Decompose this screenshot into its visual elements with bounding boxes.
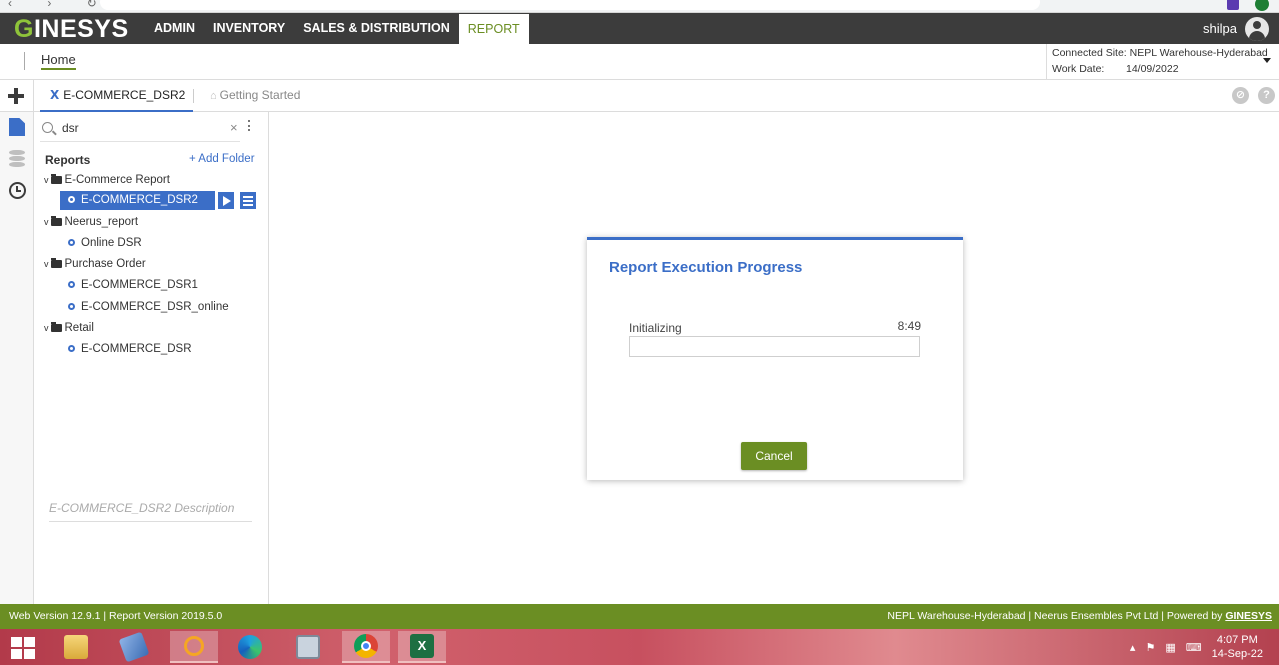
avatar-icon[interactable] — [1245, 16, 1269, 41]
search-icon — [42, 122, 53, 133]
browser-toolbar: ‹ › ↻ — [0, 0, 1279, 13]
edge-icon[interactable] — [226, 631, 274, 663]
report-icon — [68, 196, 75, 203]
file-explorer-icon[interactable] — [52, 631, 100, 663]
run-report-button[interactable] — [217, 191, 235, 210]
home-icon: ⌂ — [210, 90, 217, 102]
tab-e-commerce-dsr2[interactable]: ⅩE-COMMERCE_DSR2 × — [40, 80, 193, 132]
user-menu[interactable]: shilpa — [1203, 13, 1269, 44]
work-date-label: Work Date: — [1052, 63, 1105, 75]
divider — [33, 80, 34, 112]
progress-bar — [629, 336, 920, 357]
user-name: shilpa — [1203, 20, 1237, 36]
report-icon — [68, 303, 75, 310]
folder-icon — [50, 322, 62, 332]
breadcrumb-bar: Home Connected Site: NEPL Warehouse-Hyde… — [0, 44, 1279, 80]
keyboard-icon[interactable]: ⌨ — [1186, 641, 1202, 654]
tree-item[interactable]: Online DSR — [68, 237, 142, 249]
ginesys-logo[interactable]: GINESYS — [14, 16, 129, 42]
work-date-value: 14/09/2022 — [1126, 63, 1179, 75]
tabs-bar: ⅩE-COMMERCE_DSR2 × ⌂Getting Started ⊘ ? — [0, 80, 1279, 132]
company-info: NEPL Warehouse-Hyderabad | Neerus Ensemb… — [887, 610, 1272, 622]
chevron-down-icon[interactable]: v — [44, 323, 49, 333]
browser-extensions[interactable] — [1227, 0, 1269, 11]
browser-nav-icons[interactable]: ‹ › ↻ — [8, 0, 113, 10]
search-box: × — [40, 116, 240, 142]
progress-time: 8:49 — [897, 319, 921, 333]
menu-inventory[interactable]: INVENTORY — [204, 13, 294, 44]
progress-status: Initializing — [629, 321, 682, 335]
add-icon[interactable] — [6, 86, 26, 106]
menu-report[interactable]: REPORT — [458, 14, 529, 44]
folder-icon — [50, 258, 62, 268]
report-execution-dialog: Report Execution Progress Initializing 8… — [587, 237, 963, 480]
extension-icon[interactable] — [1227, 0, 1239, 10]
chevron-down-icon[interactable]: v — [44, 259, 49, 269]
clear-icon[interactable]: × — [230, 120, 238, 135]
reports-heading: Reports — [45, 153, 91, 167]
history-icon[interactable] — [9, 182, 26, 199]
excel-icon[interactable]: X — [398, 631, 446, 663]
chrome-icon[interactable] — [342, 631, 390, 663]
tree-item-selected[interactable]: E-COMMERCE_DSR2 — [60, 191, 215, 210]
taskbar-clock[interactable]: 4:07 PM 14-Sep-22 — [1212, 633, 1263, 661]
folder-icon — [50, 174, 62, 184]
tree-item[interactable]: E-COMMERCE_DSR_online — [68, 301, 229, 313]
calculator-icon[interactable] — [284, 631, 332, 663]
report-description-field[interactable]: E-COMMERCE_DSR2 Description — [49, 501, 252, 522]
browser-address-bar[interactable] — [100, 0, 1040, 10]
report-icon — [68, 345, 75, 352]
breadcrumb-home[interactable]: Home — [41, 52, 76, 70]
add-folder-button[interactable]: + Add Folder — [189, 153, 255, 165]
tree-item[interactable]: E-COMMERCE_DSR1 — [68, 279, 198, 291]
divider — [193, 89, 194, 103]
connected-site-label: Connected Site: — [1052, 47, 1127, 59]
powered-by-link[interactable]: GINESYS — [1225, 610, 1272, 622]
chevron-down-icon[interactable]: v — [44, 217, 49, 227]
menu-sales-distribution[interactable]: SALES & DISTRIBUTION — [294, 13, 459, 44]
tree-folder[interactable]: v E-Commerce Report — [44, 174, 170, 186]
site-selector[interactable]: Connected Site: NEPL Warehouse-Hyderabad… — [1046, 44, 1268, 80]
status-footer: Web Version 12.9.1 | Report Version 2019… — [0, 604, 1279, 629]
menu-admin[interactable]: ADMIN — [145, 13, 204, 44]
tab-label: Getting Started — [219, 88, 301, 102]
profile-icon[interactable] — [1255, 0, 1269, 11]
database-icon[interactable] — [9, 150, 25, 168]
system-tray: ▴ ⚑ ▦ ⌨ 4:07 PM 14-Sep-22 — [1130, 629, 1263, 665]
tree-item[interactable]: E-COMMERCE_DSR — [68, 343, 192, 355]
notepad-icon[interactable] — [110, 631, 158, 663]
windows-taskbar: X ▴ ⚑ ▦ ⌨ 4:07 PM 14-Sep-22 — [0, 629, 1279, 665]
network-icon[interactable]: ▦ — [1165, 641, 1175, 654]
tray-arrow-icon[interactable]: ▴ — [1130, 641, 1136, 654]
reports-icon[interactable] — [9, 118, 25, 136]
dialog-title: Report Execution Progress — [609, 259, 803, 276]
tree-folder[interactable]: v Neerus_report — [44, 216, 138, 228]
windows-start-icon[interactable] — [11, 637, 35, 659]
report-tab-icon: Ⅹ — [50, 88, 60, 102]
report-icon — [68, 239, 75, 246]
left-rail — [0, 112, 34, 604]
tree-folder[interactable]: v Retail — [44, 322, 94, 334]
top-nav: GINESYS ADMIN INVENTORY SALES & DISTRIBU… — [0, 13, 1279, 44]
help-icon[interactable]: ? — [1258, 87, 1275, 104]
cancel-button[interactable]: Cancel — [741, 442, 807, 470]
main-menu: ADMIN INVENTORY SALES & DISTRIBUTION REP… — [145, 13, 529, 44]
report-tree-panel: × Reports + Add Folder vE-Commerce Repor… — [34, 112, 269, 604]
divider — [24, 52, 25, 70]
flag-icon[interactable]: ⚑ — [1145, 641, 1155, 654]
report-icon — [68, 281, 75, 288]
report-menu-button[interactable] — [239, 191, 257, 210]
tab-label: E-COMMERCE_DSR2 — [63, 88, 186, 102]
search-input[interactable] — [62, 119, 222, 137]
tab-getting-started[interactable]: ⌂ Getting Started — [210, 80, 300, 112]
chevron-down-icon[interactable]: v — [44, 175, 49, 185]
version-info: Web Version 12.9.1 | Report Version 2019… — [9, 610, 223, 622]
tree-folder[interactable]: v Purchase Order — [44, 258, 146, 270]
search-app-icon[interactable] — [170, 631, 218, 663]
more-options-icon[interactable] — [248, 120, 251, 133]
caret-down-icon[interactable] — [1263, 58, 1271, 63]
settings-icon[interactable]: ⊘ — [1232, 87, 1249, 104]
folder-icon — [50, 216, 62, 226]
connected-site-value: NEPL Warehouse-Hyderabad — [1129, 47, 1268, 59]
